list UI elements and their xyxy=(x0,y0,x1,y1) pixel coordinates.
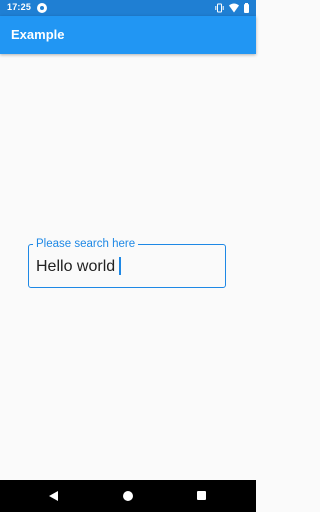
screen: 17:25 Example Please search here Hello w… xyxy=(0,0,256,512)
navigation-bar xyxy=(0,480,256,512)
battery-icon xyxy=(244,2,249,13)
search-input[interactable]: Please search here Hello world xyxy=(28,237,226,288)
status-time: 17:25 xyxy=(7,2,32,12)
wifi-icon xyxy=(229,3,239,13)
status-bar: 17:25 xyxy=(0,0,256,16)
text-cursor xyxy=(119,257,121,275)
back-icon[interactable] xyxy=(49,491,58,501)
status-icons xyxy=(215,2,249,13)
search-value-container[interactable]: Hello world xyxy=(36,257,121,277)
media-icon xyxy=(37,3,47,13)
recents-icon[interactable] xyxy=(197,491,206,500)
vibrate-icon xyxy=(215,3,224,13)
home-icon[interactable] xyxy=(123,491,133,501)
content-area: Please search here Hello world xyxy=(0,54,256,480)
app-bar: Example xyxy=(0,16,256,54)
search-label: Please search here xyxy=(33,237,139,251)
search-value[interactable]: Hello world xyxy=(36,258,115,275)
app-title: Example xyxy=(11,27,65,42)
